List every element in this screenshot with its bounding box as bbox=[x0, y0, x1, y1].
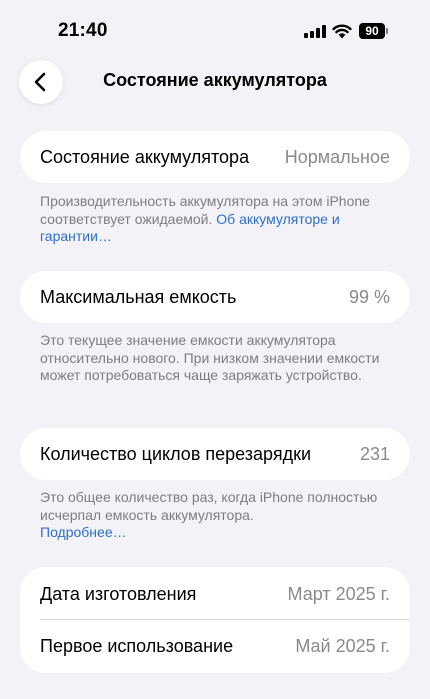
first-use-value: Май 2025 г. bbox=[295, 635, 390, 656]
capacity-label: Максимальная емкость bbox=[40, 286, 237, 307]
wifi-icon bbox=[332, 24, 352, 39]
manufacture-label: Дата изготовления bbox=[40, 583, 197, 604]
battery-level: 90 bbox=[359, 23, 385, 39]
health-label: Состояние аккумулятора bbox=[40, 146, 250, 167]
cycles-card: Количество циклов перезарядки 231 bbox=[20, 428, 410, 480]
dates-card: Дата изготовления Март 2025 г. Первое ис… bbox=[20, 567, 410, 673]
capacity-row: Максимальная емкость 99 % bbox=[40, 271, 390, 323]
health-row: Состояние аккумулятора Нормальное bbox=[40, 131, 390, 183]
capacity-footnote: Это текущее значение емкости аккумулятор… bbox=[40, 332, 380, 384]
cycles-footnote-text: Это общее количество раз, когда iPhone п… bbox=[40, 489, 378, 523]
page-title: Состояние аккумулятора bbox=[103, 70, 327, 90]
manufacture-value: Март 2025 г. bbox=[287, 583, 390, 604]
capacity-value: 99 % bbox=[348, 286, 390, 307]
cycles-value: 231 bbox=[359, 443, 390, 464]
battery-icon: 90 bbox=[359, 23, 388, 39]
status-time: 21:40 bbox=[58, 20, 108, 41]
health-value: Нормальное bbox=[284, 146, 390, 167]
cycles-label: Количество циклов перезарядки bbox=[40, 443, 312, 464]
health-card: Состояние аккумулятора Нормальное bbox=[20, 131, 410, 183]
learn-more-link[interactable]: Подробнее… bbox=[40, 524, 127, 540]
manufacture-row: Дата изготовления Март 2025 г. bbox=[40, 568, 390, 620]
first-use-label: Первое использование bbox=[40, 635, 234, 656]
first-use-row: Первое использование Май 2025 г. bbox=[40, 620, 390, 672]
cycles-row: Количество циклов перезарядки 231 bbox=[40, 428, 390, 480]
status-bar: 21:40 90 bbox=[0, 0, 430, 60]
health-footnote: Производительность аккумулятора на этом … bbox=[40, 193, 385, 246]
capacity-card: Максимальная емкость 99 % bbox=[20, 271, 410, 323]
cellular-signal-icon bbox=[304, 25, 326, 38]
cycles-footnote: Это общее количество раз, когда iPhone п… bbox=[40, 489, 385, 542]
